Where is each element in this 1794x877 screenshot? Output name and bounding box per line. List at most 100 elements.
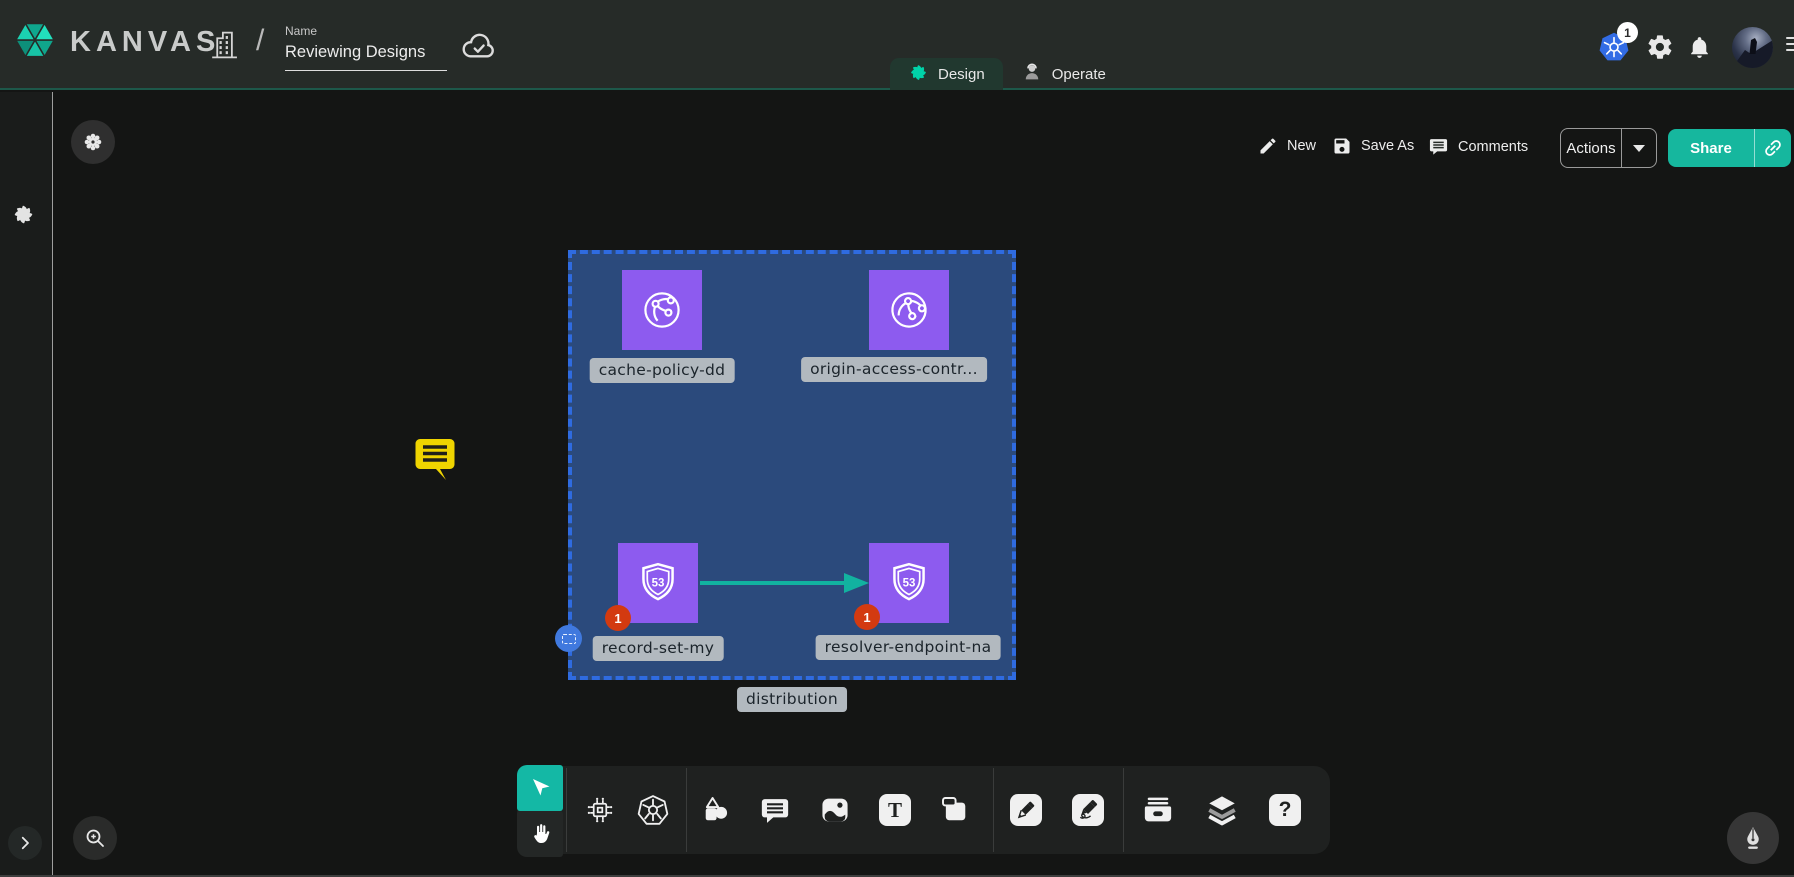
drawer-tool[interactable]	[1135, 787, 1181, 833]
new-button[interactable]: New	[1258, 136, 1316, 156]
tab-design-label: Design	[938, 66, 985, 83]
group-label-distribution[interactable]: distribution	[737, 687, 847, 712]
dock-divider	[566, 768, 567, 852]
cloud-synced-icon	[460, 30, 498, 67]
pencil-icon	[1258, 136, 1278, 156]
left-sidebar-rail	[0, 92, 53, 877]
copy-link-icon[interactable]	[1755, 137, 1791, 159]
help-tool[interactable]: ?	[1262, 787, 1308, 833]
meshery-swirl-icon[interactable]	[11, 202, 36, 232]
mode-tabs: Design Operate	[890, 58, 1124, 90]
design-pen-fab[interactable]	[1727, 812, 1779, 864]
dock-divider	[993, 768, 994, 852]
node-origin-access-control[interactable]	[869, 270, 949, 350]
node-label-cache-policy: cache-policy-dd	[590, 358, 735, 383]
design-swirl-icon	[908, 62, 929, 87]
design-name-input[interactable]	[285, 41, 447, 71]
dock-divider	[686, 768, 687, 852]
question-mark-icon: ?	[1269, 794, 1301, 826]
settings-gear-icon[interactable]	[1646, 33, 1674, 61]
magnifier-plus-icon	[83, 826, 107, 850]
design-actions-row: New Save As Comments Actions Share	[0, 128, 1794, 168]
group-selection-handle[interactable]	[555, 625, 582, 652]
kanvas-hexagon-logo-icon	[12, 17, 58, 68]
layers-tool[interactable]	[1199, 787, 1245, 833]
save-icon	[1332, 136, 1352, 156]
zoom-in-button[interactable]	[73, 816, 117, 860]
comment-bubble-icon	[759, 794, 791, 826]
actions-label: Actions	[1561, 140, 1621, 157]
dock-divider	[1123, 768, 1124, 852]
svg-text:53: 53	[903, 578, 916, 590]
notifications-bell-icon[interactable]	[1687, 35, 1712, 60]
pencil-scribble-icon	[1072, 794, 1104, 826]
actions-dropdown-button[interactable]: Actions	[1560, 128, 1657, 168]
breadcrumb-slash: /	[256, 24, 264, 58]
chevron-down-icon	[1633, 145, 1645, 152]
tab-operate-label: Operate	[1052, 66, 1106, 83]
share-label: Share	[1668, 140, 1754, 157]
edge-record-set-to-resolver[interactable]	[698, 569, 873, 597]
pen-nib-icon	[1740, 825, 1766, 851]
select-tool[interactable]	[517, 765, 563, 811]
node-cache-policy[interactable]	[622, 270, 702, 350]
error-badge-record-set[interactable]: 1	[605, 605, 631, 631]
comment-icon	[1428, 136, 1449, 157]
text-tool[interactable]: T	[872, 787, 918, 833]
share-button[interactable]: Share	[1668, 129, 1791, 167]
expand-sidebar-button[interactable]	[8, 826, 42, 860]
frame-tool[interactable]	[932, 787, 978, 833]
comments-label: Comments	[1458, 139, 1528, 155]
design-name-label: Name	[285, 24, 447, 38]
cloudfront-globe-icon	[875, 276, 943, 344]
layers-icon	[1205, 793, 1239, 827]
user-avatar[interactable]	[1732, 27, 1773, 68]
actions-divider	[1621, 128, 1622, 168]
node-label-origin-access-control: origin-access-contr...	[801, 357, 987, 382]
design-name-block: Name	[285, 24, 447, 71]
tab-operate[interactable]: Operate	[1003, 58, 1124, 90]
kanvas-app: KANVAS / Name	[0, 0, 1794, 877]
image-icon	[819, 794, 851, 826]
brand-logo[interactable]: KANVAS	[12, 17, 220, 68]
components-tool[interactable]	[577, 787, 623, 833]
dashed-rect-icon	[562, 634, 576, 644]
pan-tool[interactable]	[517, 811, 563, 857]
node-record-set[interactable]: 53	[618, 543, 698, 623]
hand-icon	[528, 822, 552, 846]
route53-shield-icon: 53	[886, 560, 932, 606]
cloudfront-globe-icon	[638, 286, 686, 334]
k8s-context-count-badge: 1	[1617, 22, 1638, 43]
save-as-button[interactable]: Save As	[1332, 136, 1414, 156]
operator-person-icon	[1021, 61, 1043, 87]
route53-shield-icon: 53	[635, 560, 681, 606]
chevron-right-icon	[16, 834, 34, 852]
new-label: New	[1287, 138, 1316, 154]
frame-note-icon	[939, 794, 971, 826]
comment-tool[interactable]	[752, 787, 798, 833]
cursor-arrow-icon	[528, 776, 552, 800]
node-resolver-endpoint[interactable]: 53	[869, 543, 949, 623]
shapes-tool[interactable]	[693, 787, 739, 833]
chip-icon	[584, 794, 616, 826]
organization-icon[interactable]	[206, 27, 242, 68]
brand-name: KANVAS	[70, 26, 220, 59]
freehand-draw-tool[interactable]	[1065, 787, 1111, 833]
node-label-resolver-endpoint: resolver-endpoint-na	[816, 635, 1001, 660]
kubernetes-context-button[interactable]: 1	[1591, 28, 1637, 68]
image-tool[interactable]	[812, 787, 858, 833]
pen-path-icon	[1010, 794, 1042, 826]
shapes-icon	[700, 794, 732, 826]
overflow-menu-icon[interactable]	[1786, 37, 1794, 54]
header-bar: KANVAS / Name	[0, 0, 1794, 90]
kubernetes-tool[interactable]	[630, 787, 676, 833]
kubernetes-wheel-icon	[636, 793, 670, 827]
edge-pen-tool[interactable]	[1003, 787, 1049, 833]
tab-design[interactable]: Design	[890, 58, 1003, 90]
drawer-icon	[1142, 794, 1174, 826]
error-badge-resolver-endpoint[interactable]: 1	[854, 604, 880, 630]
svg-text:53: 53	[652, 578, 665, 590]
node-label-record-set: record-set-my	[593, 636, 724, 661]
comments-button[interactable]: Comments	[1428, 136, 1528, 157]
canvas-comment-marker[interactable]	[413, 436, 457, 482]
